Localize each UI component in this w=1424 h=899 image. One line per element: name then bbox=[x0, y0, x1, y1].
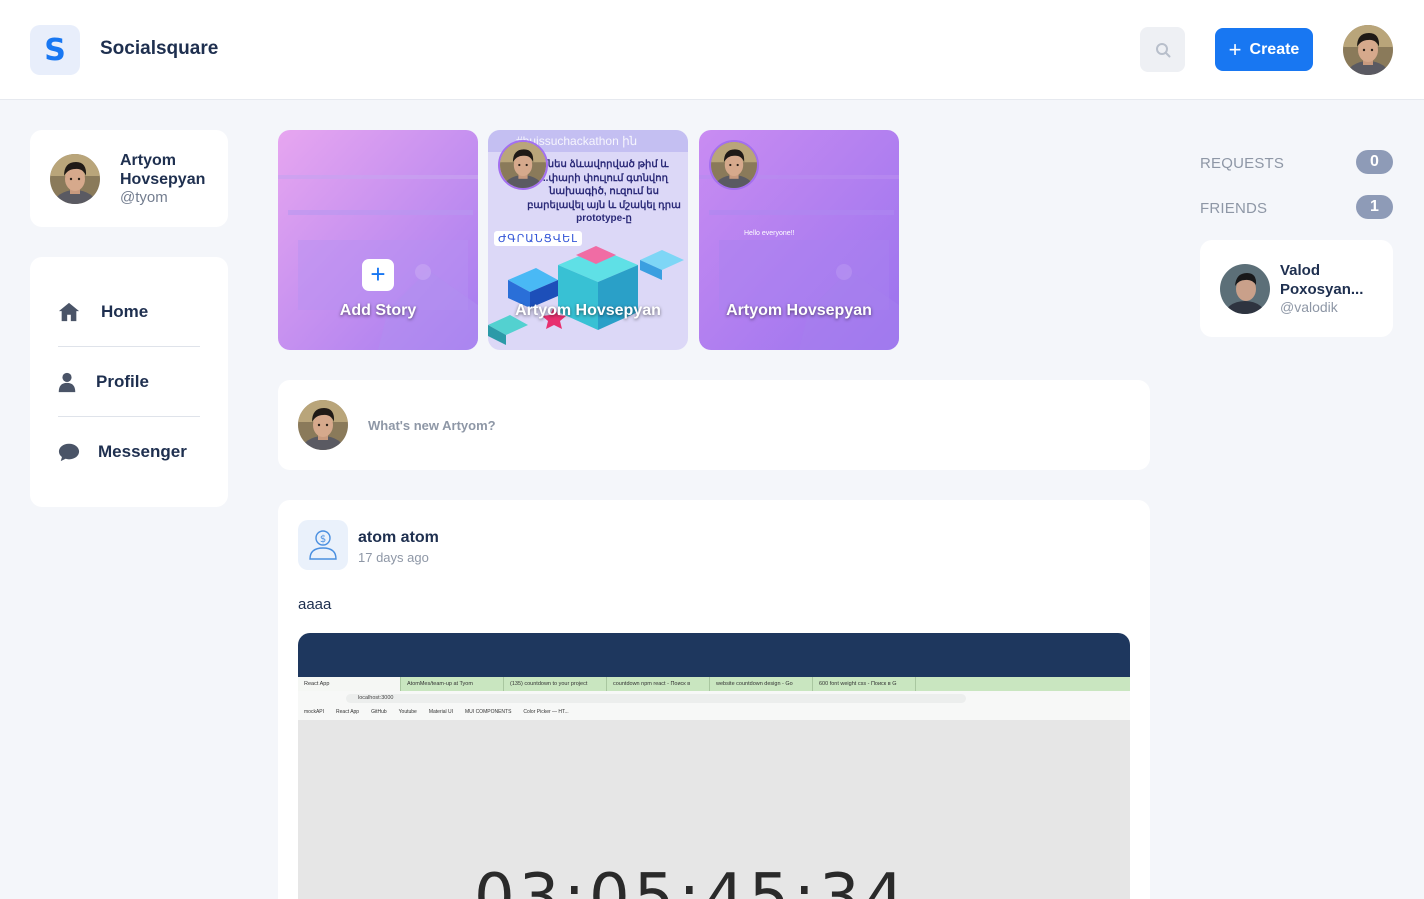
search-icon bbox=[1155, 42, 1170, 57]
image-tab: (135) countdown to your project bbox=[504, 677, 607, 691]
post-text: aaaa bbox=[298, 596, 332, 613]
image-bookmark: GitHub bbox=[371, 709, 387, 715]
nav-divider bbox=[58, 346, 200, 347]
add-story-plus-icon[interactable]: + bbox=[362, 259, 394, 291]
create-button-label: Create bbox=[1249, 40, 1300, 58]
brand-name[interactable]: Socialsquare bbox=[100, 38, 218, 60]
story-text: ...նես ձևավորված թիմ և ...փարի փուլում գ… bbox=[527, 159, 681, 224]
story-text: Hello everyone!! bbox=[744, 230, 795, 237]
image-url: localhost:3000 bbox=[346, 694, 966, 703]
home-icon bbox=[58, 302, 80, 322]
feed-post: $ atom atom 17 days ago aaaa React App A… bbox=[278, 500, 1150, 899]
plus-icon: + bbox=[1228, 36, 1242, 62]
image-bookmark: Youtube bbox=[398, 709, 417, 715]
image-tab: AtomMes/team-up at Tyom bbox=[401, 677, 504, 691]
current-user-card[interactable]: Artyom Hovsepyan @tyom bbox=[30, 130, 228, 227]
image-bookmark: Color Picker — HT... bbox=[523, 709, 569, 715]
story-author-avatar bbox=[709, 140, 759, 190]
story-author-name: Artyom Hovsepyan bbox=[726, 302, 872, 319]
side-nav: Home Profile Messenger bbox=[30, 257, 228, 507]
add-story-label: Add Story bbox=[339, 302, 417, 319]
friends-label: FRIENDS bbox=[1200, 200, 1268, 217]
story-register-tag: ԺԳՐԱՆՑՎԵԼ bbox=[494, 231, 583, 246]
composer-placeholder[interactable]: What's new Artyom? bbox=[368, 418, 496, 433]
image-tab: website countdown design - Go bbox=[710, 677, 813, 691]
user-money-icon: $ bbox=[309, 530, 337, 560]
image-bookmark: MUI COMPONENTS bbox=[465, 709, 512, 715]
avatar bbox=[1220, 264, 1270, 314]
nav-item-label: Home bbox=[101, 302, 149, 321]
requests-count-badge: 0 bbox=[1356, 150, 1393, 174]
nav-item-profile[interactable]: Profile bbox=[30, 362, 228, 402]
create-button[interactable]: + Create bbox=[1215, 28, 1313, 71]
image-bookmark: mockAPI bbox=[304, 709, 325, 715]
story-card[interactable]: Hello everyone!! Artyom Hovsepyan bbox=[699, 130, 899, 350]
nav-divider bbox=[58, 416, 200, 417]
user-icon bbox=[58, 372, 76, 393]
story-author-avatar bbox=[498, 140, 548, 190]
post-image[interactable]: React App AtomMes/team-up at Tyom (135) … bbox=[298, 633, 1130, 899]
chat-icon bbox=[58, 443, 80, 462]
logo-letter: S bbox=[44, 32, 66, 68]
top-header: S Socialsquare + Create bbox=[0, 0, 1424, 100]
nav-item-messenger[interactable]: Messenger bbox=[30, 432, 228, 472]
image-bookmarks: mockAPI React App GitHub Youtube Materia… bbox=[298, 705, 1130, 720]
friend-name: Valod Poxosyan... bbox=[1280, 262, 1364, 298]
nav-item-label: Messenger bbox=[98, 442, 187, 461]
friend-card[interactable]: Valod Poxosyan... @valodik bbox=[1200, 240, 1393, 337]
image-browser-tabs: React App AtomMes/team-up at Tyom (135) … bbox=[298, 677, 1130, 691]
post-timestamp: 17 days ago bbox=[358, 550, 429, 565]
requests-row[interactable]: REQUESTS 0 bbox=[1200, 150, 1393, 176]
nav-item-label: Profile bbox=[96, 372, 149, 391]
friend-handle: @valodik bbox=[1280, 299, 1338, 315]
image-bookmark: React App bbox=[336, 709, 360, 715]
friends-row[interactable]: FRIENDS 1 bbox=[1200, 195, 1393, 221]
image-countdown-timer: 03:05:45:34 bbox=[474, 861, 909, 899]
post-author-avatar[interactable]: $ bbox=[298, 520, 348, 570]
post-author-name[interactable]: atom atom bbox=[358, 529, 439, 547]
user-name: Artyom Hovsepyan bbox=[120, 152, 206, 188]
search-button[interactable] bbox=[1140, 27, 1185, 72]
image-tab: React App bbox=[298, 677, 401, 691]
avatar bbox=[50, 154, 100, 204]
story-card[interactable]: #buissuchackathon ին ...նես ձևավորված թի… bbox=[488, 130, 688, 350]
avatar-image bbox=[1343, 25, 1393, 75]
friends-count-badge: 1 bbox=[1356, 195, 1393, 219]
story-caption: #buissuchackathon ին bbox=[516, 134, 638, 148]
svg-text:$: $ bbox=[320, 534, 326, 545]
app-logo[interactable]: S bbox=[30, 25, 80, 75]
post-composer[interactable]: What's new Artyom? bbox=[278, 380, 1150, 470]
nav-item-home[interactable]: Home bbox=[30, 292, 228, 332]
image-header-band bbox=[298, 633, 1130, 677]
user-handle: @tyom bbox=[120, 189, 168, 206]
image-tab: countdown npm react - Поиск в bbox=[607, 677, 710, 691]
image-tab: 600 font weight css - Поиск в G bbox=[813, 677, 916, 691]
add-story-card[interactable]: + Add Story bbox=[278, 130, 478, 350]
avatar bbox=[298, 400, 348, 450]
header-avatar[interactable] bbox=[1343, 25, 1393, 75]
image-bookmark: Material UI bbox=[428, 709, 454, 715]
requests-label: REQUESTS bbox=[1200, 155, 1285, 172]
story-author-name: Artyom Hovsepyan bbox=[515, 302, 661, 319]
